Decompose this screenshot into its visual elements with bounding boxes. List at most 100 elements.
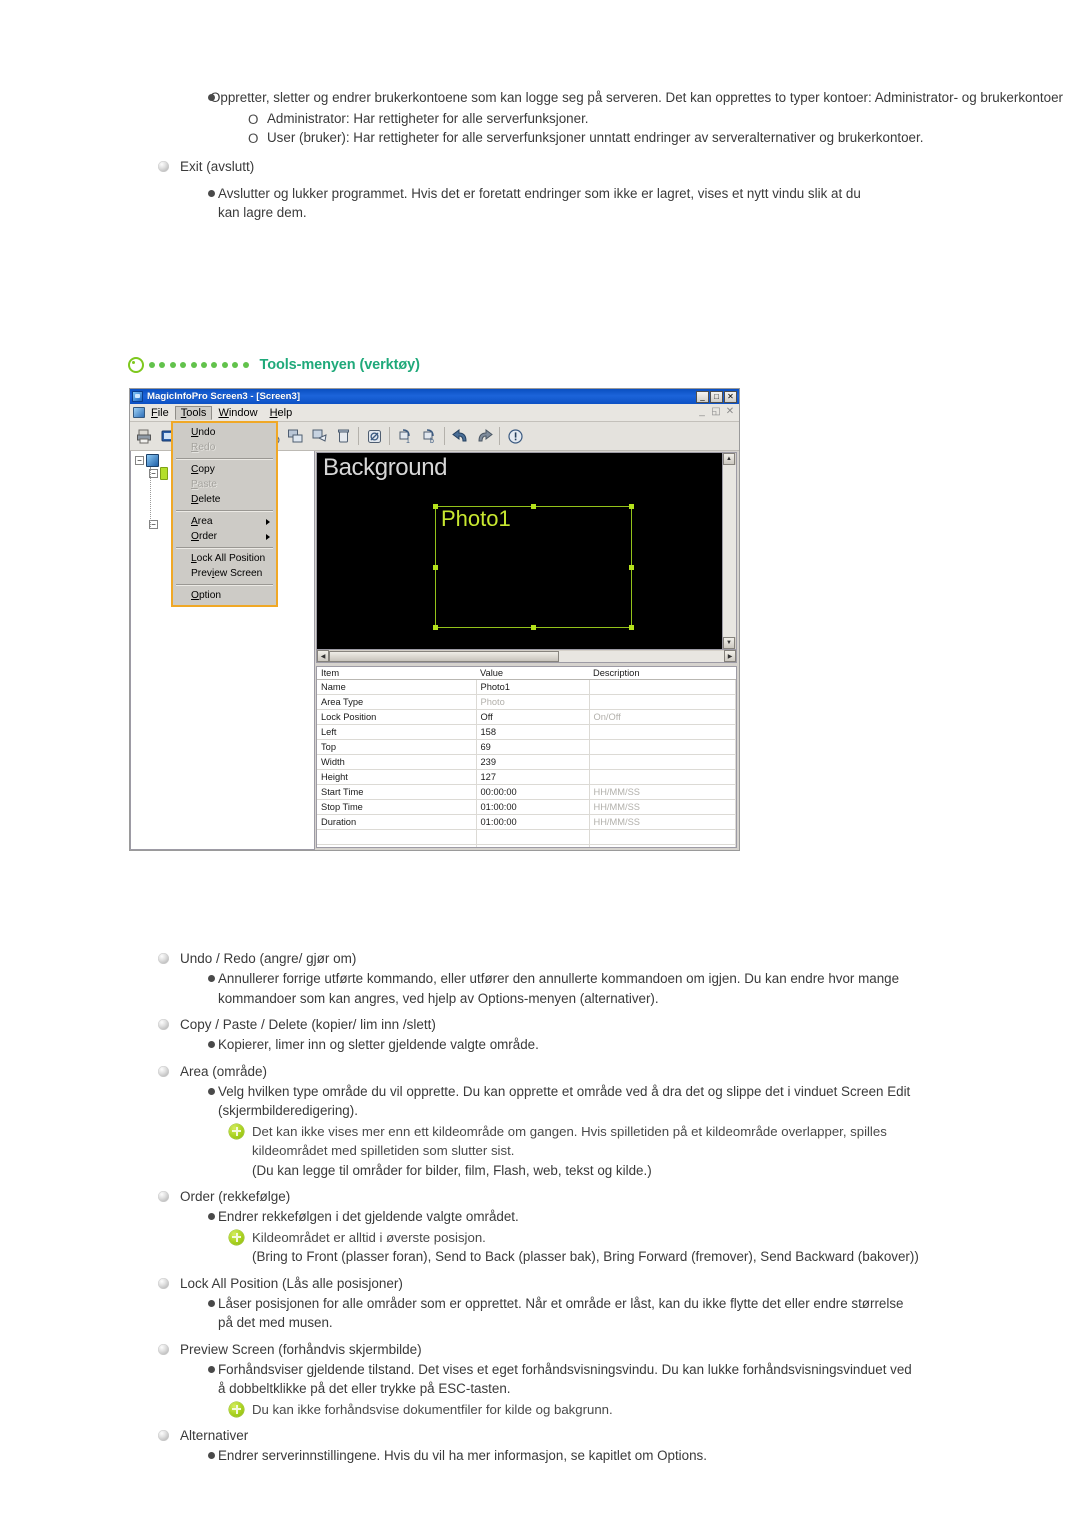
property-value-cell[interactable]: 69 (476, 739, 590, 755)
table-row[interactable]: Lock Position Off On/Off (317, 709, 736, 725)
menu-item-file[interactable]: File (145, 406, 175, 420)
undo-icon[interactable] (449, 425, 471, 447)
menu-item-area[interactable]: Area (173, 514, 276, 529)
property-value-cell[interactable]: 158 (476, 724, 590, 740)
screen-icon (146, 454, 159, 467)
window-controls[interactable]: _ □ ✕ (696, 390, 737, 403)
resize-handle-s[interactable] (531, 625, 536, 630)
table-row[interactable]: Top 69 (317, 739, 736, 755)
resize-handle-se[interactable] (629, 625, 634, 630)
resize-handle-e[interactable] (629, 564, 634, 570)
delete-icon[interactable] (332, 425, 354, 447)
menu-item-help[interactable]: Help (264, 406, 299, 420)
resize-handle-nw[interactable] (433, 504, 438, 509)
close-button[interactable]: ✕ (724, 390, 737, 403)
resize-handle-w[interactable] (433, 564, 438, 570)
property-value-cell[interactable]: 239 (476, 754, 590, 770)
resize-handle-sw[interactable] (433, 625, 438, 630)
column-header-description[interactable]: Description (589, 667, 736, 680)
scroll-right-button[interactable]: ▶ (724, 650, 736, 662)
mdi-restore-button[interactable]: ◱ (710, 406, 722, 417)
sphere-bullet-icon (158, 1430, 169, 1441)
list-item-text: Oppretter, sletter og endrer brukerkonto… (210, 90, 1063, 105)
table-row[interactable]: Stop Time 01:00:00 HH/MM/SS (317, 799, 736, 815)
mdi-window-controls[interactable]: _ ◱ ✕ (696, 406, 736, 417)
menu-item-undo[interactable]: Undo (173, 425, 276, 440)
canvas-horizontal-scrollbar[interactable]: ◀ ▶ (316, 650, 737, 663)
property-value-cell[interactable]: Photo (476, 694, 590, 710)
table-row[interactable]: Start Time 00:00:00 HH/MM/SS (317, 784, 736, 800)
properties-panel[interactable]: Item Value Description Name Photo1 Area Ty… (316, 666, 737, 848)
mdi-close-button[interactable]: ✕ (724, 406, 736, 417)
menu-item-delete[interactable]: Delete (173, 492, 276, 507)
copy-area-icon[interactable] (284, 425, 306, 447)
paste-area-icon[interactable] (308, 425, 330, 447)
property-value-cell[interactable] (476, 844, 590, 847)
tools-dropdown-menu[interactable]: Undo Redo Copy Paste Delete Area Order Lock All… (171, 421, 278, 607)
link-icon[interactable] (363, 425, 385, 447)
menu-item-window[interactable]: Window (212, 406, 263, 420)
menu-item-option[interactable]: Option (173, 588, 276, 603)
plus-icon (229, 1401, 244, 1417)
bullet-icon (208, 1299, 215, 1307)
table-row[interactable]: Width 239 (317, 754, 736, 770)
canvas-vertical-scrollbar[interactable]: ▲ ▼ (722, 453, 736, 649)
property-value-cell[interactable] (476, 829, 590, 845)
menu-item-lock-all-position[interactable]: Lock All Position (173, 551, 276, 566)
list-item: Annullerer forrige utførte kommando, ell… (0, 969, 918, 1008)
property-item-cell: Height (317, 769, 477, 785)
menu-item-label: Lock All Position (191, 552, 266, 564)
maximize-button[interactable]: □ (710, 390, 723, 403)
table-row[interactable]: Name Photo1 (317, 679, 736, 695)
scroll-up-button[interactable]: ▲ (723, 453, 735, 465)
note-text: Du kan ikke forhåndsvise dokumentfiler f… (252, 1401, 613, 1417)
property-value-cell[interactable]: Photo1 (476, 679, 590, 695)
menu-item-order[interactable]: Order (173, 529, 276, 544)
menu-item-label: Order (191, 530, 218, 542)
list-item: Oppretter, sletter og endrer brukerkonto… (0, 88, 1080, 108)
scroll-down-button[interactable]: ▼ (723, 637, 735, 649)
minimize-button[interactable]: _ (696, 390, 709, 403)
menu-item-copy[interactable]: Copy (173, 462, 276, 477)
sphere-bullet-icon (158, 1277, 169, 1289)
column-header-item[interactable]: Item (317, 667, 477, 680)
property-value-cell[interactable]: Off (476, 709, 590, 725)
table-row[interactable] (317, 844, 736, 847)
screen-canvas[interactable]: Background Photo1 ▲ ▼ (316, 452, 737, 650)
scroll-track[interactable] (723, 465, 736, 637)
menu-item-tools[interactable]: Tools (174, 405, 213, 420)
menu-item-label: Preview Screen (191, 567, 263, 579)
list-item: Låser posisjonen for alle områder som er… (0, 1294, 918, 1333)
menu-item-label: Undo (191, 426, 216, 438)
column-header-value[interactable]: Value (476, 667, 589, 680)
table-row[interactable] (317, 829, 736, 845)
photo-area-box[interactable]: Photo1 (433, 504, 634, 630)
property-value-cell[interactable]: 01:00:00 (476, 814, 590, 830)
table-row[interactable]: Height 127 (317, 769, 736, 785)
property-value-cell[interactable]: 127 (476, 769, 590, 785)
app-menubar[interactable]: File Tools Window Help _ ◱ ✕ (130, 404, 739, 422)
scroll-thumb[interactable] (329, 650, 560, 662)
menu-item-preview-screen[interactable]: Preview Screen (173, 566, 276, 581)
mdi-minimize-button[interactable]: _ (696, 406, 708, 417)
print-icon[interactable] (133, 425, 155, 447)
resize-handle-ne[interactable] (629, 504, 634, 509)
info-icon[interactable] (504, 425, 526, 447)
redo-icon[interactable] (473, 425, 495, 447)
tree-expander[interactable]: − (135, 456, 144, 465)
menu-item-label: Delete (191, 493, 221, 505)
property-value-cell[interactable]: 01:00:00 (476, 799, 590, 815)
svg-text:1: 1 (406, 438, 410, 445)
property-value-cell[interactable]: 00:00:00 (476, 784, 590, 800)
resize-handle-n[interactable] (531, 504, 536, 509)
table-header-row: Item Value Description (317, 667, 736, 680)
send-back-icon[interactable]: b (418, 425, 440, 447)
scroll-track[interactable] (559, 650, 724, 662)
list-item-text: User (bruker): Har rettigheter for alle … (267, 130, 924, 145)
table-row[interactable]: Area Type Photo (317, 694, 736, 710)
bring-front-icon[interactable]: 1 (394, 425, 416, 447)
table-row[interactable]: Left 158 (317, 724, 736, 740)
sphere-bullet-icon (158, 160, 169, 172)
scroll-left-button[interactable]: ◀ (317, 650, 329, 662)
table-row[interactable]: Duration 01:00:00 HH/MM/SS (317, 814, 736, 830)
